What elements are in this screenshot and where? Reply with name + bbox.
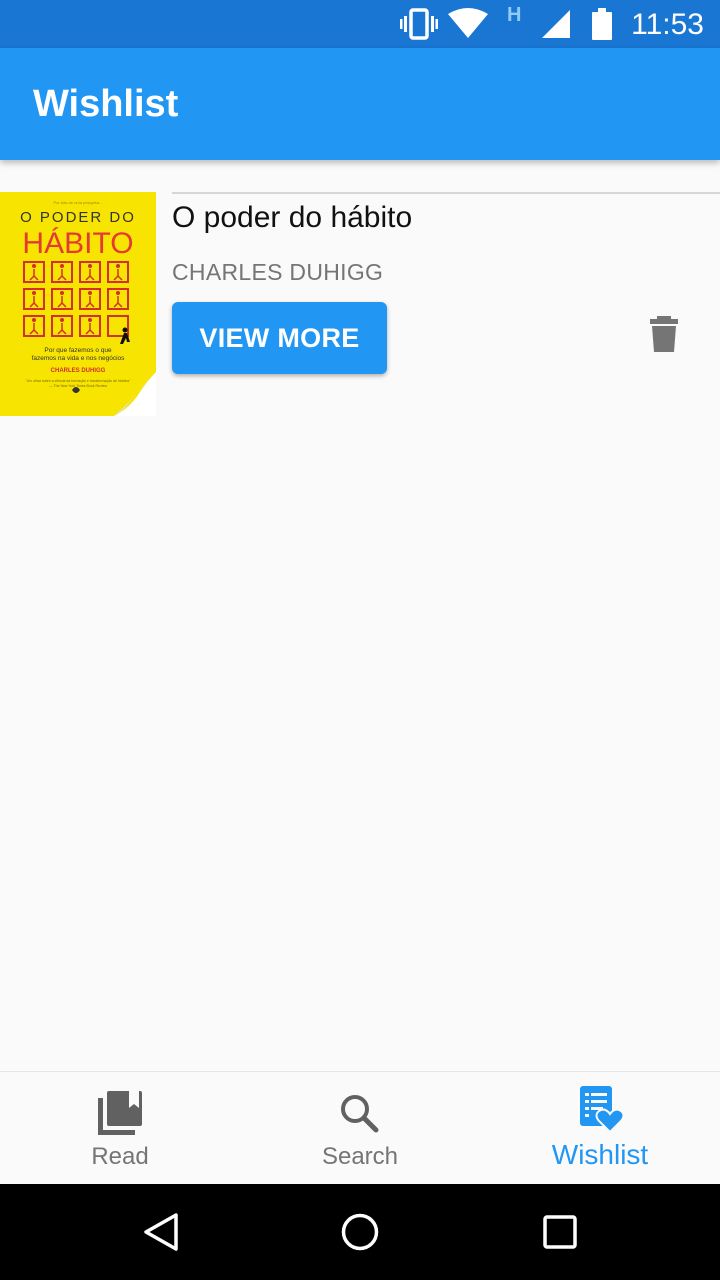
vibrate-icon xyxy=(400,8,438,40)
app-bar: Wishlist xyxy=(0,48,720,160)
nav-item-search[interactable]: Search xyxy=(240,1072,480,1185)
recents-icon[interactable] xyxy=(542,1212,578,1252)
search-icon xyxy=(341,1095,379,1133)
cover-top-line: O PODER DO xyxy=(20,209,136,226)
signal-icon xyxy=(542,10,570,38)
cover-main-word: HÁBITO xyxy=(22,227,133,260)
network-type: H xyxy=(507,4,522,26)
page-title: Wishlist xyxy=(33,83,179,125)
nav-item-read[interactable]: Read xyxy=(0,1072,240,1185)
back-icon[interactable] xyxy=(142,1212,180,1252)
cover-subtitle-2: fazemos na vida e nos negócios xyxy=(32,355,126,362)
clock: 11:53 xyxy=(631,8,704,41)
nav-label-read: Read xyxy=(91,1143,149,1170)
wifi-icon xyxy=(448,8,488,38)
trash-icon xyxy=(650,316,678,352)
library-books-icon xyxy=(98,1091,142,1135)
book-cover-art: Por trás de uma pesquisa... O PODER DO H… xyxy=(0,192,156,416)
book-author: CHARLES DUHIGG xyxy=(172,259,384,285)
cover-subtitle-1: Por que fazemos o que xyxy=(44,347,112,354)
system-navigation-bar xyxy=(0,1184,720,1280)
delete-button[interactable] xyxy=(644,314,684,354)
bottom-navigation: Read Search Wishlist xyxy=(0,1071,720,1184)
nav-label-search: Search xyxy=(321,1143,399,1170)
svg-text:Por trás de uma pesquisa...: Por trás de uma pesquisa... xyxy=(54,200,103,205)
cover-author: CHARLES DUHIGG xyxy=(51,368,106,374)
home-icon[interactable] xyxy=(340,1212,380,1252)
wishlist-heart-icon xyxy=(580,1086,624,1134)
book-cover-image[interactable]: Por trás de uma pesquisa... O PODER DO H… xyxy=(0,192,156,416)
status-bar: H 11:53 xyxy=(0,0,720,48)
svg-text:— The New York Times Book Revi: — The New York Times Book Review xyxy=(49,384,107,388)
book-title: O poder do hábito xyxy=(172,201,413,234)
view-more-button[interactable]: VIEW MORE xyxy=(172,302,387,374)
list-item: Por trás de uma pesquisa... O PODER DO H… xyxy=(0,192,720,416)
svg-text:"Um olhar sobre a ciência da f: "Um olhar sobre a ciência da formação e … xyxy=(25,379,131,383)
nav-label-wishlist: Wishlist xyxy=(551,1139,649,1170)
nav-item-wishlist[interactable]: Wishlist xyxy=(480,1072,720,1185)
item-divider xyxy=(172,192,720,194)
battery-icon xyxy=(592,8,612,40)
